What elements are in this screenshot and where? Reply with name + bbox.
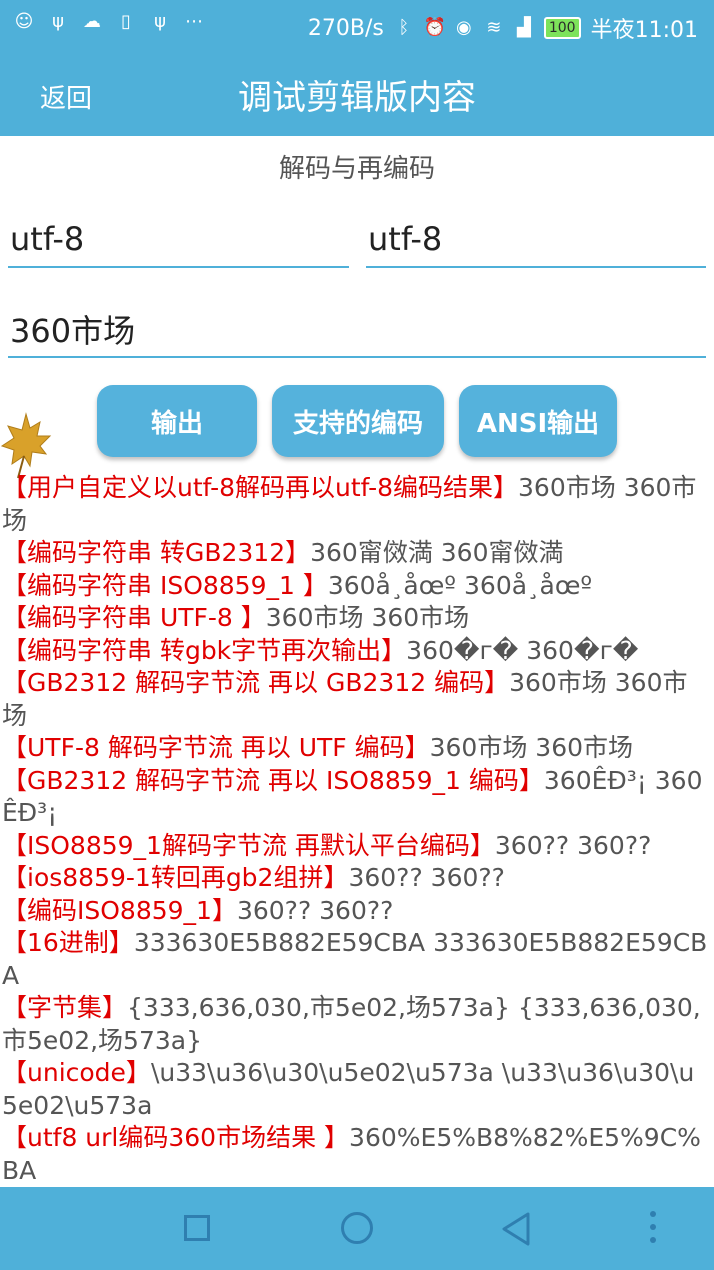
result-item: 【16进制】333630E5B882E59CBA 333630E5B882E59… <box>2 927 710 992</box>
back-triangle-icon[interactable] <box>500 1211 532 1247</box>
result-value: 360?? 360?? <box>348 863 505 892</box>
navigation-bar <box>0 1187 714 1270</box>
result-item: 【GB2312 解码字节流 再以 ISO8859_1 编码】360ÊÐ³¡ 36… <box>2 765 710 830</box>
result-label: 【GB2312 解码字节流 再以 GB2312 编码】 <box>2 668 510 697</box>
result-value: 360市场 360市场 <box>265 603 470 632</box>
app-bar: 返回 调试剪辑版内容 <box>0 50 714 136</box>
smiley-face-icon: ☺ <box>14 11 34 32</box>
result-value: 360甯傚満 360甯傚満 <box>310 538 564 567</box>
result-item: 【编码ISO8859_1】360?? 360?? <box>2 895 710 928</box>
result-label: 【GB2312 解码字节流 再以 ISO8859_1 编码】 <box>2 765 544 795</box>
result-label: 【utf8 url编码360市场结果 】 <box>2 1123 350 1152</box>
result-value: 360?? 360?? <box>236 895 394 925</box>
result-item: 【编码字符串 转gbk字节再次输出】360�г� 360�г� <box>2 635 710 668</box>
usb-icon: ψ <box>52 11 64 32</box>
result-label: 【编码ISO8859_1】 <box>2 895 237 925</box>
result-value: 360市场 360市场 <box>429 733 634 762</box>
output-button[interactable]: 输出 <box>97 385 257 457</box>
section-subtitle: 解码与再编码 <box>278 154 435 184</box>
result-item: 【用户自定义以utf-8解码再以utf-8编码结果】360市场 360市场 <box>2 472 710 537</box>
result-label: 【用户自定义以utf-8解码再以utf-8编码结果】 <box>2 473 519 502</box>
bluetooth-icon: ᛒ <box>398 17 410 38</box>
signal-icon: ▟ <box>516 17 531 38</box>
source-text-input[interactable] <box>8 308 706 358</box>
result-label: 【编码字符串 转GB2312】 <box>2 538 311 567</box>
result-item: 【GB2312 解码字节流 再以 GB2312 编码】360市场 360市场 <box>2 667 710 732</box>
more-dots-icon: ⋯ <box>185 11 203 32</box>
encode-charset-input[interactable] <box>366 218 706 268</box>
decode-charset-input[interactable] <box>8 218 349 268</box>
document-icon: ▯ <box>121 11 131 32</box>
clock: 半夜11:01 <box>590 18 698 43</box>
result-label: 【ISO8859_1解码字节流 再默认平台编码】 <box>2 830 495 860</box>
weather-cloud-icon: ☁ <box>83 11 101 32</box>
result-item: 【UTF-8 解码字节流 再以 UTF 编码】360市场 360市场 <box>2 732 710 765</box>
result-item: 【unicode】\u33\u36\u30\u5e02\u573a \u33\u… <box>2 1057 710 1122</box>
maple-leaf-icon <box>0 412 52 479</box>
recent-apps-square-icon[interactable] <box>184 1215 210 1241</box>
result-item: 【编码字符串 UTF-8 】360市场 360市场 <box>2 602 710 635</box>
result-value: 360�г� 360�г� <box>406 635 639 665</box>
result-item: 【编码字符串 转GB2312】360甯傚満 360甯傚満 <box>2 537 710 570</box>
result-label: 【16进制】 <box>2 928 134 957</box>
result-value: 360å¸åœº 360å¸åœº <box>327 570 593 600</box>
result-item: 【ISO8859_1解码字节流 再默认平台编码】360?? 360?? <box>2 830 710 863</box>
menu-dots-icon[interactable] <box>650 1211 658 1247</box>
result-item: 【ios8859-1转回再gb2组拼】360?? 360?? <box>2 862 710 895</box>
usb-icon: ψ <box>154 11 166 32</box>
home-circle-icon[interactable] <box>341 1212 373 1244</box>
supported-encodings-button[interactable]: 支持的编码 <box>272 385 444 457</box>
wifi-icon: ≋ <box>486 17 502 38</box>
alarm-clock-icon: ⏰ <box>423 17 447 38</box>
result-value: 360?? 360?? <box>494 830 652 860</box>
status-left-icons: ☺ ψ ☁ ▯ ψ ⋯ <box>14 12 204 32</box>
result-item: 【utf8 url编码360市场结果 】360%E5%B8%82%E5%9C%B… <box>2 1122 710 1187</box>
result-label: 【编码字符串 ISO8859_1 】 <box>2 570 328 600</box>
status-right: 270B/s ᛒ ⏰ ◉ ≋ ▟ 100 半夜11:01 <box>308 12 698 44</box>
battery-indicator: 100 <box>543 17 581 39</box>
net-speed: 270B/s <box>307 15 384 41</box>
result-label: 【ios8859-1转回再gb2组拼】 <box>2 863 349 892</box>
eye-icon: ◉ <box>456 17 472 38</box>
page-title: 调试剪辑版内容 <box>238 78 476 118</box>
result-item: 【字节集】{333,636,030,市5e02,场573a} {333,636,… <box>2 992 710 1057</box>
ansi-output-button[interactable]: ANSI输出 <box>459 385 617 457</box>
result-item: 【编码字符串 ISO8859_1 】360å¸åœº 360å¸åœº <box>2 570 710 603</box>
result-label: 【编码字符串 UTF-8 】 <box>2 603 266 632</box>
status-bar: ☺ ψ ☁ ▯ ψ ⋯ 270B/s ᛒ ⏰ ◉ ≋ ▟ 100 半夜11:01 <box>0 0 714 50</box>
result-label: 【编码字符串 转gbk字节再次输出】 <box>2 635 407 665</box>
result-label: 【UTF-8 解码字节流 再以 UTF 编码】 <box>2 733 430 762</box>
result-label: 【unicode】 <box>2 1058 151 1087</box>
result-label: 【字节集】 <box>2 993 128 1022</box>
results-list: 【用户自定义以utf-8解码再以utf-8编码结果】360市场 360市场 【编… <box>2 472 710 1187</box>
